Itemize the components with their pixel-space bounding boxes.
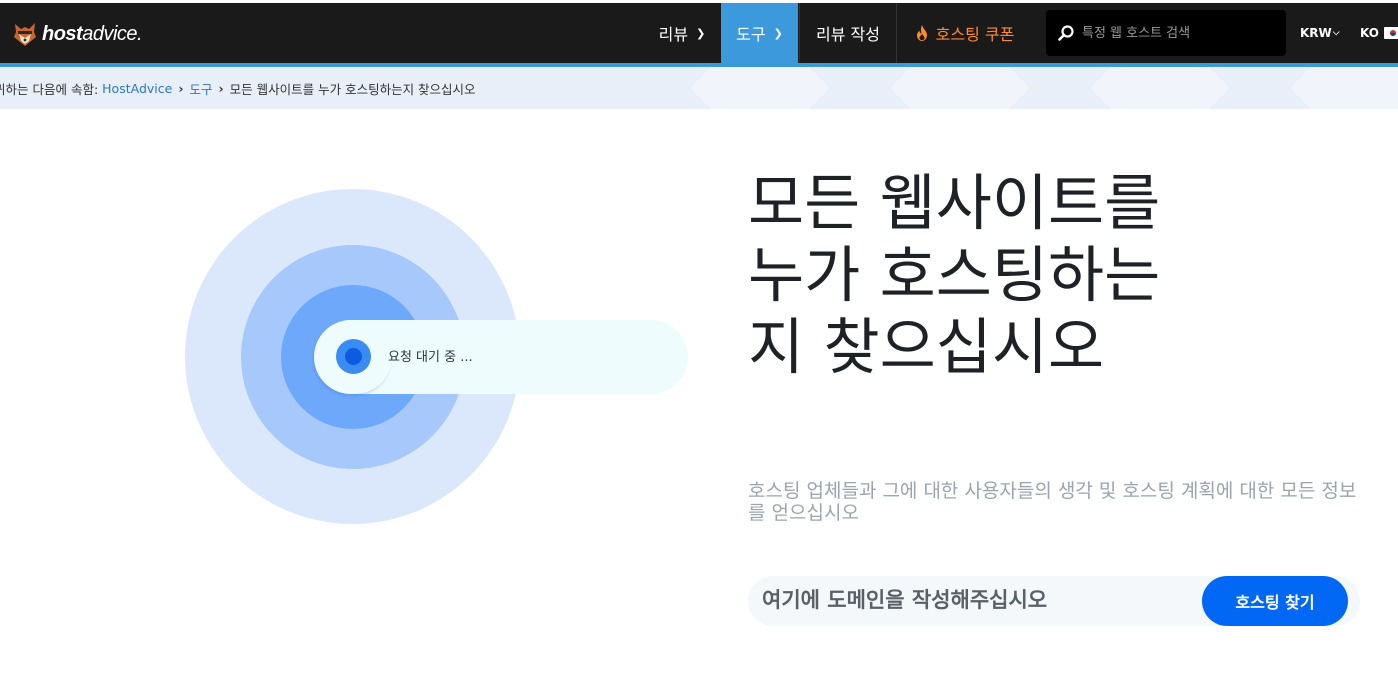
logo-text: hostadvice. xyxy=(42,22,143,45)
chevron-down-icon: ❯ xyxy=(773,26,783,40)
currency-label: KRW xyxy=(1300,26,1332,40)
breadcrumb-home-link[interactable]: HostAdvice xyxy=(102,81,172,96)
search-input[interactable] xyxy=(1082,25,1272,41)
language-selector[interactable]: KO xyxy=(1360,3,1398,63)
nav-hosting-coupons-label: 호스팅 쿠폰 xyxy=(935,25,1015,44)
breadcrumb-prefix: 귀하는 다음에 속함: xyxy=(0,81,99,97)
main-nav: hostadvice. 리뷰 ❯ 도구 ❯ 리뷰 작성 호스팅 쿠폰 특정 웹 … xyxy=(0,3,1398,63)
hex-pattern xyxy=(1090,67,1230,109)
host-search[interactable] xyxy=(1046,10,1286,56)
breadcrumb: 귀하는 다음에 속함: HostAdvice › 도구 › 모든 웹사이트를 누… xyxy=(0,67,476,109)
hex-pattern xyxy=(890,67,1030,109)
chevron-down-icon: ⌵ xyxy=(1332,28,1340,38)
top-bar: hostadvice. 리뷰 ❯ 도구 ❯ 리뷰 작성 호스팅 쿠폰 특정 웹 … xyxy=(0,0,1398,67)
flame-icon xyxy=(916,25,927,41)
nav-reviews[interactable]: 리뷰 ❯ xyxy=(643,3,721,63)
search-icon xyxy=(1058,25,1074,41)
page-title: 모든 웹사이트를 누가 호스팅하는지 찾으십시오 xyxy=(748,168,1161,383)
nav-tools-label: 도구 xyxy=(736,25,766,44)
breadcrumb-current: 모든 웹사이트를 누가 호스팅하는지 찾으십시오 xyxy=(229,81,476,97)
fox-mascot-icon xyxy=(14,23,36,46)
nav-write-review-label: 리뷰 작성 xyxy=(816,25,880,44)
chevron-down-icon: ❯ xyxy=(696,26,706,40)
page-subtitle: 호스팅 업체들과 그에 대한 사용자들의 생각 및 호스팅 계획에 대한 모든 … xyxy=(748,480,1357,524)
language-label: KO xyxy=(1360,26,1379,40)
logo[interactable]: hostadvice. xyxy=(12,20,143,48)
breadcrumb-bar: 귀하는 다음에 속함: HostAdvice › 도구 › 모든 웹사이트를 누… xyxy=(0,67,1398,109)
nav-write-review[interactable]: 리뷰 작성 xyxy=(799,3,897,63)
nav-hosting-coupons[interactable]: 호스팅 쿠폰 xyxy=(897,3,1033,63)
find-hosting-button[interactable]: 호스팅 찾기 xyxy=(1202,576,1348,626)
request-status-text: 요청 대기 중 ... xyxy=(388,350,473,365)
hex-pattern xyxy=(690,67,830,109)
domain-input[interactable] xyxy=(762,580,1182,620)
chevron-right-icon: › xyxy=(218,80,224,96)
breadcrumb-tools-link[interactable]: 도구 xyxy=(189,79,212,98)
nav-reviews-label: 리뷰 xyxy=(658,25,689,44)
korea-flag-icon xyxy=(1383,27,1398,39)
status-dot-core xyxy=(345,348,362,365)
currency-selector[interactable]: KRW ⌵ xyxy=(1300,3,1340,63)
nav-tools[interactable]: 도구 ❯ xyxy=(721,3,798,63)
hex-pattern xyxy=(1290,67,1398,109)
chevron-right-icon: › xyxy=(178,80,184,96)
